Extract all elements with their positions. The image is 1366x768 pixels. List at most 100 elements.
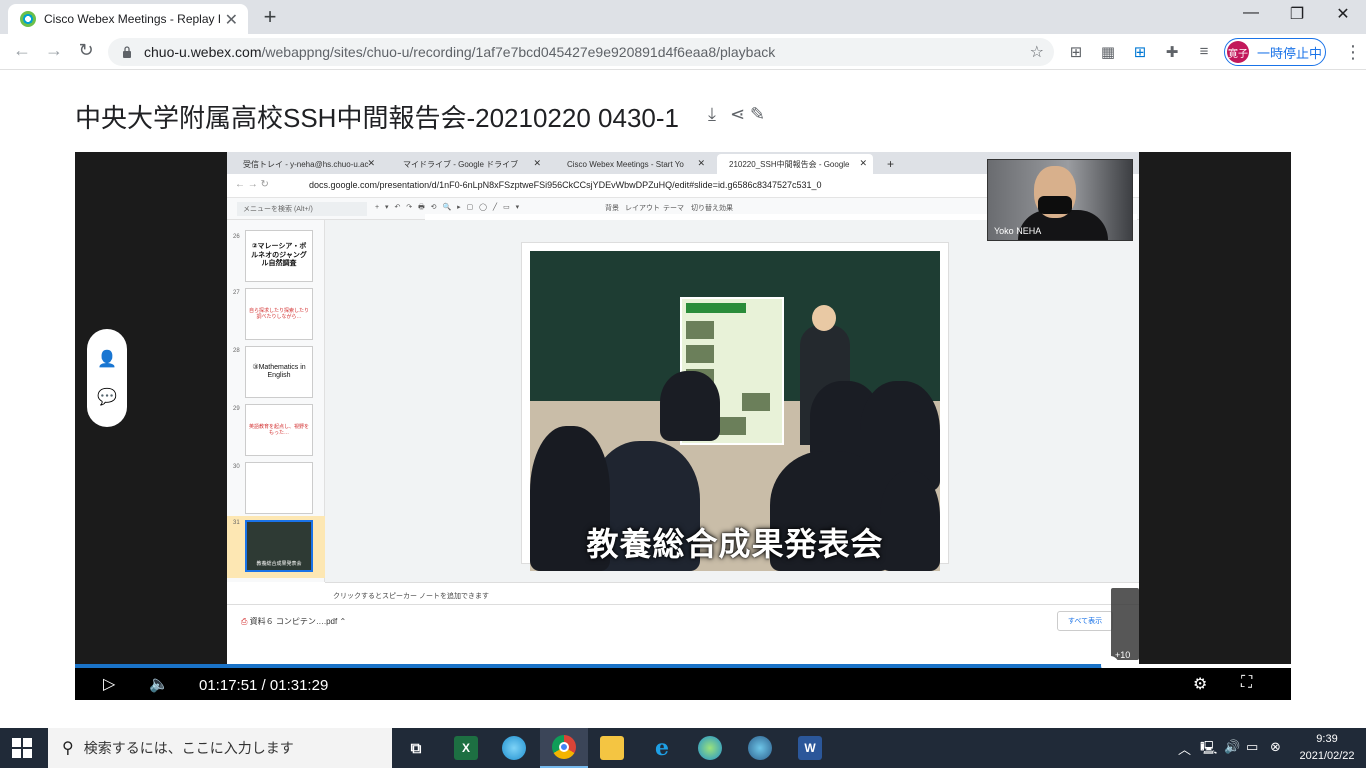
play-icon[interactable]: ▷ bbox=[103, 674, 115, 694]
browser-tab-active[interactable]: Cisco Webex Meetings - Replay R ✕ bbox=[8, 4, 248, 34]
restore-window-icon[interactable]: ❐ bbox=[1274, 4, 1320, 24]
shared-tab-active: 210220_SSH中間報告会 - Google ✕ bbox=[717, 154, 873, 174]
slide-thumbnail-selected: 教養総合成果発表会 bbox=[245, 520, 313, 572]
download-file: ⎙ 資料６ コンピテン….pdf ⌃ bbox=[241, 617, 347, 626]
notes-placeholder: クリックするとスピーカー ノートを追加できます bbox=[333, 593, 489, 600]
chat-icon[interactable]: 💬 bbox=[97, 387, 117, 407]
slide-photo: 教養総合成果発表会 bbox=[530, 251, 940, 571]
video-player[interactable]: 受信トレイ - y-neha@hs.chuo-u.ac ✕ マイドライブ - Go… bbox=[75, 152, 1291, 700]
shared-tab: Cisco Webex Meetings - Start Yo ✕ bbox=[567, 158, 705, 169]
toolbar-label: 背景 bbox=[605, 205, 619, 212]
grid-extension-icon[interactable]: ⊞ bbox=[1066, 43, 1086, 61]
profile-paused-button[interactable]: 寛子 一時停止中 bbox=[1224, 38, 1326, 66]
battery-icon[interactable]: ▭ bbox=[1246, 739, 1258, 755]
file-explorer-icon[interactable] bbox=[588, 728, 636, 768]
speaker-notes: クリックするとスピーカー ノートを追加できます bbox=[325, 582, 1139, 604]
webcam-name: Yoko NEHA bbox=[994, 226, 1042, 236]
profile-avatar: 寛子 bbox=[1227, 41, 1249, 63]
shared-new-tab-icon: + bbox=[887, 157, 895, 171]
slide-thumbnail: ③Mathematics in English bbox=[245, 346, 313, 398]
skip-forward-button[interactable]: +10 bbox=[1111, 588, 1139, 660]
windows-extension-icon[interactable]: ⊞ bbox=[1130, 43, 1150, 61]
tab-title: Cisco Webex Meetings - Replay R bbox=[44, 12, 220, 26]
show-all-button: すべて表示 bbox=[1057, 611, 1113, 631]
slide-thumbnail: 英語教育を起点し、視野をもった… bbox=[245, 404, 313, 456]
thumb-number: 31 bbox=[233, 520, 240, 526]
slide-thumbnail: 自ら探求したり探索したり調べたりしながら… bbox=[245, 288, 313, 340]
time-display: 01:17:51 / 01:31:29 bbox=[199, 677, 329, 694]
shared-tab: マイドライブ - Google ドライブ ✕ bbox=[403, 158, 541, 169]
forward-arrow-icon[interactable]: → bbox=[42, 40, 66, 61]
media-queue-icon[interactable]: ≡ bbox=[1194, 43, 1214, 60]
edge-dev-app-icon[interactable] bbox=[490, 728, 538, 768]
browser-tab-strip: Cisco Webex Meetings - Replay R ✕ + — ❐ … bbox=[0, 0, 1366, 34]
side-panel: 👤 💬 bbox=[87, 329, 127, 427]
close-tab-icon[interactable]: ✕ bbox=[225, 10, 238, 30]
address-bar[interactable]: chuo-u.webex.com/webappng/sites/chuo-u/r… bbox=[108, 38, 1054, 66]
player-controls: ▷ 🔈 01:17:51 / 01:31:29 ⚙ ⛶ bbox=[75, 668, 1291, 700]
address-url: chuo-u.webex.com/webappng/sites/chuo-u/r… bbox=[144, 44, 776, 60]
share-icon[interactable]: ⋖ bbox=[730, 104, 745, 125]
puzzle-extensions-icon[interactable]: ✚ bbox=[1162, 43, 1182, 61]
tray-chevron-icon[interactable]: ︿ bbox=[1178, 739, 1191, 758]
edge-app-icon[interactable] bbox=[686, 728, 734, 768]
back-arrow-icon[interactable]: ← bbox=[10, 40, 34, 61]
toolbar-label: レイアウト bbox=[625, 205, 660, 212]
shared-url: docs.google.com/presentation/d/1nF0-6nLp… bbox=[309, 180, 822, 190]
webex-app-icon[interactable] bbox=[736, 728, 784, 768]
browser-toolbar: ← → ↻ chuo-u.webex.com/webappng/sites/ch… bbox=[0, 34, 1366, 70]
excel-app-icon[interactable]: X bbox=[442, 728, 490, 768]
thumb-number: 29 bbox=[233, 406, 240, 412]
speaker-icon[interactable]: 🔊 bbox=[1224, 739, 1240, 755]
bookmark-star-icon[interactable]: ☆ bbox=[1030, 42, 1044, 62]
thumb-number: 30 bbox=[233, 464, 240, 470]
internet-explorer-icon[interactable]: e bbox=[638, 728, 686, 768]
menu-search: メニューを検索 (Alt+/) bbox=[237, 202, 367, 216]
participants-icon[interactable]: 👤 bbox=[97, 349, 117, 369]
taskbar-search-placeholder: 検索するには、ここに入力します bbox=[83, 740, 294, 756]
slides-tools: + ▾ ↶ ↷ 🖶 ⟲ 🔍 ▸ ▢ ◯ ╱ ▭ ▾ bbox=[375, 204, 522, 211]
chrome-app-icon[interactable] bbox=[540, 728, 588, 768]
windows-taskbar: ⚲ 検索するには、ここに入力します ⧉ X e W ︿ 🖳 🔊 ▭ ⊗ 9:39… bbox=[0, 728, 1366, 768]
slide-caption: 教養総合成果発表会 bbox=[586, 526, 884, 562]
new-tab-button[interactable]: + bbox=[258, 4, 282, 30]
network-icon[interactable]: 🖳 bbox=[1200, 739, 1217, 761]
toolbar-label: 切り替え効果 bbox=[691, 205, 733, 212]
minimize-window-icon[interactable]: — bbox=[1228, 4, 1274, 22]
recording-title: 中央大学附属高校SSH中間報告会-20210220 0430-1 bbox=[75, 103, 679, 133]
volume-icon[interactable]: 🔈 bbox=[149, 674, 169, 694]
word-app-icon[interactable]: W bbox=[786, 728, 834, 768]
settings-gear-icon[interactable]: ⚙ bbox=[1193, 674, 1207, 694]
slide-thumbnails: 26 ②マレーシア・ボルネオのジャングル自然調査 27 自ら探求したり探索したり… bbox=[227, 220, 325, 582]
tray-close-icon[interactable]: ⊗ bbox=[1270, 739, 1281, 755]
shared-tab: 受信トレイ - y-neha@hs.chuo-u.ac ✕ bbox=[243, 158, 375, 169]
toolbar-label: テーマ bbox=[663, 205, 684, 212]
current-slide: 教養総合成果発表会 bbox=[521, 242, 949, 571]
thumb-number: 26 bbox=[233, 234, 240, 240]
fullscreen-icon[interactable]: ⛶ bbox=[1241, 674, 1252, 692]
download-icon[interactable]: ⤓ bbox=[708, 104, 716, 125]
webex-favicon-icon bbox=[20, 11, 36, 27]
slide-thumbnail bbox=[245, 462, 313, 514]
more-menu-icon[interactable]: ⋮ bbox=[1344, 42, 1362, 63]
table-extension-icon[interactable]: ▦ bbox=[1098, 43, 1118, 61]
search-icon: ⚲ bbox=[62, 740, 74, 757]
lock-icon bbox=[123, 46, 131, 58]
close-window-icon[interactable]: ✕ bbox=[1320, 4, 1366, 24]
webcam-tile: Yoko NEHA bbox=[987, 159, 1133, 241]
taskbar-clock[interactable]: 9:39 2021/02/22 bbox=[1296, 731, 1358, 765]
shared-nav-icons: ← → ↻ bbox=[235, 179, 269, 190]
skip-label: +10 bbox=[1115, 650, 1131, 660]
thumb-number: 28 bbox=[233, 348, 240, 354]
clock-date: 2021/02/22 bbox=[1299, 750, 1355, 762]
windows-start-icon[interactable] bbox=[12, 738, 32, 758]
taskbar-search[interactable]: ⚲ 検索するには、ここに入力します bbox=[48, 728, 392, 768]
reload-icon[interactable]: ↻ bbox=[74, 40, 98, 61]
edit-pencil-icon[interactable]: ✎ bbox=[750, 104, 765, 125]
profile-paused-label: 一時停止中 bbox=[1257, 45, 1323, 61]
download-bar: ⎙ 資料６ コンピテン….pdf ⌃ すべて表示 bbox=[227, 604, 1139, 638]
thumb-number: 27 bbox=[233, 290, 240, 296]
slide-thumbnail: ②マレーシア・ボルネオのジャングル自然調査 bbox=[245, 230, 313, 282]
task-view-icon[interactable]: ⧉ bbox=[392, 728, 440, 768]
clock-time: 9:39 bbox=[1316, 733, 1338, 745]
